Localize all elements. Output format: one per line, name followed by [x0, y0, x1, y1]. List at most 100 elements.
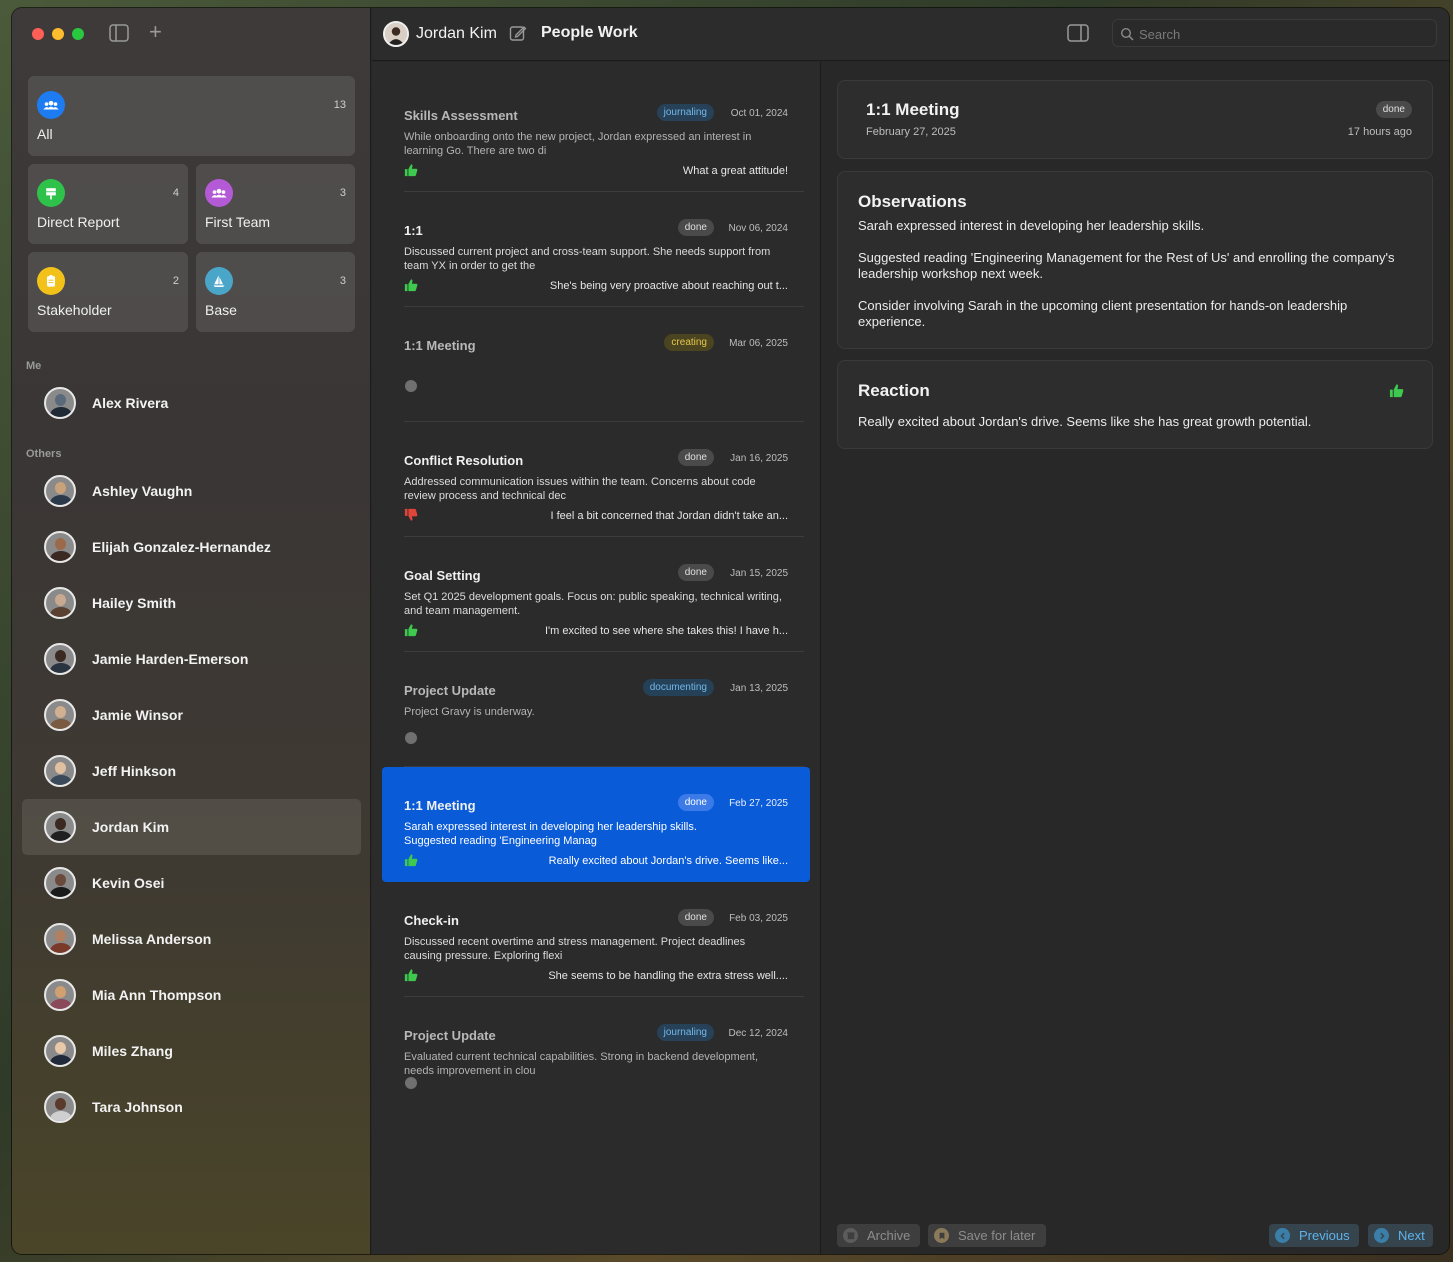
group-tile-all[interactable]: 13 All — [28, 76, 355, 156]
person-row[interactable]: Jamie Winsor — [22, 687, 361, 743]
person-name: Jeff Hinkson — [92, 763, 177, 779]
person-row[interactable]: Miles Zhang — [22, 1023, 361, 1079]
save-for-later-label: Save for later — [958, 1228, 1036, 1243]
avatar — [44, 755, 76, 787]
person-row[interactable]: Mia Ann Thompson — [22, 967, 361, 1023]
status-badge: done — [677, 564, 714, 581]
entry-title: Check-in — [404, 913, 459, 928]
entry-title: Project Update — [404, 1028, 496, 1043]
person-name: Jordan Kim — [92, 819, 170, 835]
app-window: + 13 All 4 Direct Report 3 First Team 2 Stakeho… — [12, 8, 1449, 1254]
entry-card[interactable]: 1:1 done Nov 06, 2024 Discussed current pro… — [382, 192, 810, 307]
person-name: Elijah Gonzalez-Hernandez — [92, 539, 271, 555]
entry-card[interactable]: Skills Assessment journaling Oct 01, 2024 W… — [382, 77, 810, 192]
zoom-window-button[interactable] — [72, 28, 84, 40]
entry-title: 1:1 — [404, 223, 423, 238]
toolbar: Jordan Kim People Work — [372, 8, 1449, 61]
thumbs-up-icon — [404, 969, 418, 982]
entry-date: Jan 16, 2025 — [730, 453, 788, 464]
archive-button[interactable]: Archive — [837, 1224, 920, 1247]
entry-snippet: Evaluated current technical capabilities… — [404, 1050, 784, 1078]
person-row[interactable]: Jordan Kim — [22, 799, 361, 855]
thumbs-up-icon — [404, 279, 418, 292]
person-row[interactable]: Alex Rivera — [22, 375, 361, 431]
person-name: Miles Zhang — [92, 1043, 173, 1059]
person-row[interactable]: Tara Johnson — [22, 1079, 361, 1135]
person-row[interactable]: Ashley Vaughn — [22, 463, 361, 519]
avatar — [44, 531, 76, 563]
group-count: 2 — [172, 275, 179, 287]
observations-card: Observations Sarah expressed interest in… — [837, 171, 1433, 349]
compose-icon[interactable] — [509, 24, 527, 42]
thumbs-down-icon — [404, 508, 418, 521]
avatar — [44, 1035, 76, 1067]
entry-card[interactable]: Goal Setting done Jan 15, 2025 Set Q1 2025 … — [382, 537, 810, 652]
person-name: Mia Ann Thompson — [92, 987, 222, 1003]
search-field[interactable] — [1112, 19, 1437, 47]
observation-paragraph: Suggested reading 'Engineering Managemen… — [858, 250, 1395, 281]
group-tile-first-team[interactable]: 3 First Team — [196, 164, 355, 244]
entry-snippet: Sarah expressed interest in developing h… — [404, 820, 784, 848]
person-row[interactable]: Jeff Hinkson — [22, 743, 361, 799]
entry-reaction: She's being very proactive about reachin… — [549, 280, 788, 292]
entry-snippet-text: Addressed communication issues within th… — [404, 476, 756, 502]
entry-card[interactable]: Conflict Resolution done Jan 16, 2025 Addre… — [382, 422, 810, 537]
inspector-toggle-icon[interactable] — [1067, 24, 1089, 42]
person-row[interactable]: Elijah Gonzalez-Hernandez — [22, 519, 361, 575]
sidebar-toggle-icon[interactable] — [109, 24, 129, 42]
entry-date: Feb 03, 2025 — [729, 913, 788, 924]
group-tile-direct-report[interactable]: 4 Direct Report — [28, 164, 188, 244]
thumbs-up-icon — [404, 624, 418, 637]
avatar — [44, 811, 76, 843]
person-row[interactable]: Hailey Smith — [22, 575, 361, 631]
status-badge: done — [677, 794, 714, 811]
person-row[interactable]: Melissa Anderson — [22, 911, 361, 967]
entry-card[interactable]: Check-in done Feb 03, 2025 Discussed recent… — [382, 882, 810, 997]
entry-title: Project Update — [404, 683, 496, 698]
avatar — [44, 475, 76, 507]
entry-card[interactable]: 1:1 Meeting done Feb 27, 2025 Sarah express… — [382, 767, 810, 882]
status-badge: creating — [664, 334, 714, 351]
reaction-text: Really excited about Jordan's drive. See… — [858, 414, 1312, 429]
status-badge: done — [677, 909, 714, 926]
others-section-label: Others — [26, 448, 62, 460]
entry-date: Feb 27, 2025 — [729, 798, 788, 809]
entry-snippet-text: Project Gravy is underway. — [404, 706, 535, 718]
add-icon[interactable]: + — [149, 20, 162, 44]
group-label: All — [37, 126, 53, 142]
group-tile-stakeholder[interactable]: 2 Stakeholder — [28, 252, 188, 332]
thumbs-up-icon — [1389, 384, 1404, 398]
entry-card[interactable]: Project Update documenting Jan 13, 2025 Pro… — [382, 652, 810, 767]
observations-title: Observations — [858, 192, 967, 211]
entry-reaction: What a great attitude! — [682, 165, 788, 177]
avatar — [44, 587, 76, 619]
entry-snippet-text: Sarah expressed interest in developing h… — [404, 821, 697, 847]
close-window-button[interactable] — [32, 28, 44, 40]
group-tile-base[interactable]: 3 Base — [196, 252, 355, 332]
entry-snippet-text: Evaluated current technical capabilities… — [404, 1051, 759, 1077]
save-for-later-button[interactable]: Save for later — [928, 1224, 1046, 1247]
previous-button[interactable]: Previous — [1269, 1224, 1359, 1247]
minimize-window-button[interactable] — [52, 28, 64, 40]
status-badge: done — [677, 449, 714, 466]
group-count: 3 — [339, 275, 346, 287]
avatar — [44, 643, 76, 675]
archive-icon — [843, 1228, 858, 1243]
person-name: Ashley Vaughn — [92, 483, 193, 499]
entry-snippet: Addressed communication issues within th… — [404, 475, 784, 503]
next-button[interactable]: Next — [1368, 1224, 1433, 1247]
entry-card[interactable]: Project Update journaling Dec 12, 2024 Eval… — [382, 997, 810, 1112]
search-input[interactable] — [1139, 23, 1429, 45]
person-row[interactable]: Jamie Harden-Emerson — [22, 631, 361, 687]
detail-header-card: 1:1 Meeting February 27, 2025 done 17 ho… — [837, 80, 1433, 159]
avatar — [44, 867, 76, 899]
person-row[interactable]: Kevin Osei — [22, 855, 361, 911]
bookmark-icon — [934, 1228, 949, 1243]
current-person-name[interactable]: Jordan Kim — [416, 25, 497, 43]
group-label: Stakeholder — [37, 302, 112, 318]
archive-label: Archive — [867, 1228, 911, 1243]
entry-date: Nov 06, 2024 — [728, 223, 789, 234]
group-label: Direct Report — [37, 214, 120, 230]
entry-card[interactable]: 1:1 Meeting creating Mar 06, 2025 — [382, 307, 810, 422]
status-badge: documenting — [642, 679, 714, 696]
